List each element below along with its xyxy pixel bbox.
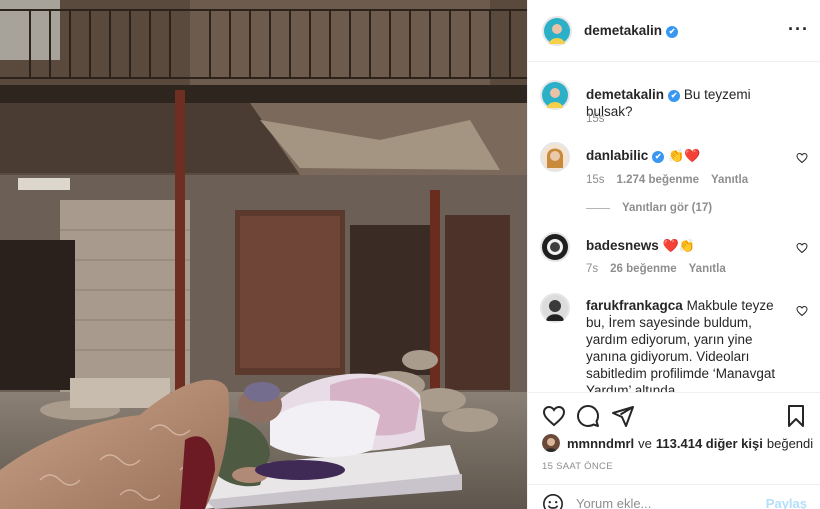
caption-meta: 15s bbox=[586, 113, 605, 125]
likes-count[interactable]: 113.414 diğer kişi bbox=[656, 436, 763, 451]
view-replies-label[interactable]: Yanıtları gör (17) bbox=[622, 202, 712, 214]
paper-plane-icon[interactable] bbox=[611, 404, 635, 428]
caption-row: demetakalin ✔ Bu teyzemi bulsak? 15s bbox=[540, 80, 808, 130]
comment-username[interactable]: danlabilic bbox=[586, 148, 648, 163]
commenter-avatar[interactable] bbox=[540, 293, 570, 323]
comment-like-heart-icon[interactable] bbox=[796, 152, 808, 164]
comment-row: farukfrankagca Makbule teyze bu, İrem sa… bbox=[540, 293, 808, 392]
post-side-panel: demetakalin ✔ ··· demetakalin ✔ Bu teyzemi… bbox=[527, 0, 820, 509]
verified-badge-icon: ✔ bbox=[652, 151, 665, 163]
post-header: demetakalin ✔ ··· bbox=[528, 0, 820, 62]
comment-username[interactable]: badesnews bbox=[586, 238, 659, 253]
caption-time[interactable]: 15s bbox=[586, 113, 605, 125]
likes-summary: mmnndmrl ve 113.414 diğer kişi beğendi bbox=[542, 434, 813, 452]
verified-badge-icon: ✔ bbox=[668, 90, 681, 102]
comment-text: danlabilic ✔ 👏❤️ bbox=[586, 147, 786, 165]
comment-username[interactable]: farukfrankagca bbox=[586, 298, 683, 313]
comment-likes[interactable]: 26 beğenme bbox=[610, 263, 676, 275]
comment-likes[interactable]: 1.274 beğenme bbox=[617, 174, 699, 186]
post-timestamp[interactable]: 15 SAAT ÖNCE bbox=[542, 461, 613, 472]
commenter-avatar[interactable] bbox=[540, 232, 570, 262]
author-avatar[interactable] bbox=[542, 15, 572, 46]
bookmark-icon[interactable] bbox=[784, 404, 808, 428]
post-photo-image bbox=[0, 0, 527, 509]
comment-meta: 7s 26 beğenme Yanıtla bbox=[586, 263, 726, 275]
liker-username[interactable]: mmnndmrl bbox=[567, 436, 634, 451]
comment-meta: 15s 1.274 beğenme Yanıtla bbox=[586, 174, 748, 186]
post-comment-button[interactable]: Paylaş bbox=[766, 496, 807, 509]
comment-time[interactable]: 15s bbox=[586, 174, 605, 186]
post-photo[interactable] bbox=[0, 0, 527, 509]
liker-avatar[interactable] bbox=[542, 434, 560, 452]
reply-button[interactable]: Yanıtla bbox=[689, 263, 726, 275]
reply-button[interactable]: Yanıtla bbox=[711, 174, 748, 186]
comment-icon[interactable] bbox=[576, 404, 600, 428]
comment-like-heart-icon[interactable] bbox=[796, 242, 808, 254]
author-username-text[interactable]: demetakalin bbox=[584, 23, 662, 38]
heart-icon[interactable] bbox=[542, 404, 566, 428]
likes-suffix: beğendi bbox=[766, 435, 814, 451]
view-replies-button[interactable]: Yanıtları gör (17) bbox=[586, 202, 712, 214]
emoji-icon[interactable] bbox=[542, 493, 564, 509]
comment-body: 👏❤️ bbox=[668, 149, 701, 164]
action-bar bbox=[528, 392, 820, 436]
caption-username[interactable]: demetakalin bbox=[586, 87, 664, 102]
comment-text: badesnews ❤️👏 bbox=[586, 237, 786, 255]
add-comment-bar: Paylaş bbox=[528, 484, 820, 509]
likes-connector: ve bbox=[638, 435, 652, 451]
comment-body: ❤️👏 bbox=[662, 239, 695, 254]
comments-list: demetakalin ✔ Bu teyzemi bulsak? 15s danl… bbox=[528, 62, 820, 392]
caption-text: demetakalin ✔ Bu teyzemi bulsak? bbox=[586, 86, 786, 120]
instagram-post: demetakalin ✔ ··· demetakalin ✔ Bu teyzemi… bbox=[0, 0, 820, 509]
commenter-avatar[interactable] bbox=[540, 142, 570, 172]
comment-time[interactable]: 7s bbox=[586, 263, 598, 275]
caption-avatar[interactable] bbox=[540, 80, 570, 110]
comment-row: badesnews ❤️👏 7s 26 beğenme Yanıtla bbox=[540, 232, 808, 282]
comment-text: farukfrankagca Makbule teyze bu, İrem sa… bbox=[586, 297, 796, 392]
author-username[interactable]: demetakalin ✔ bbox=[584, 23, 679, 38]
comment-input[interactable] bbox=[576, 491, 756, 509]
more-options-icon[interactable]: ··· bbox=[788, 20, 809, 38]
comment-like-heart-icon[interactable] bbox=[796, 305, 808, 317]
replies-divider bbox=[586, 207, 610, 209]
verified-badge-icon: ✔ bbox=[666, 26, 679, 38]
